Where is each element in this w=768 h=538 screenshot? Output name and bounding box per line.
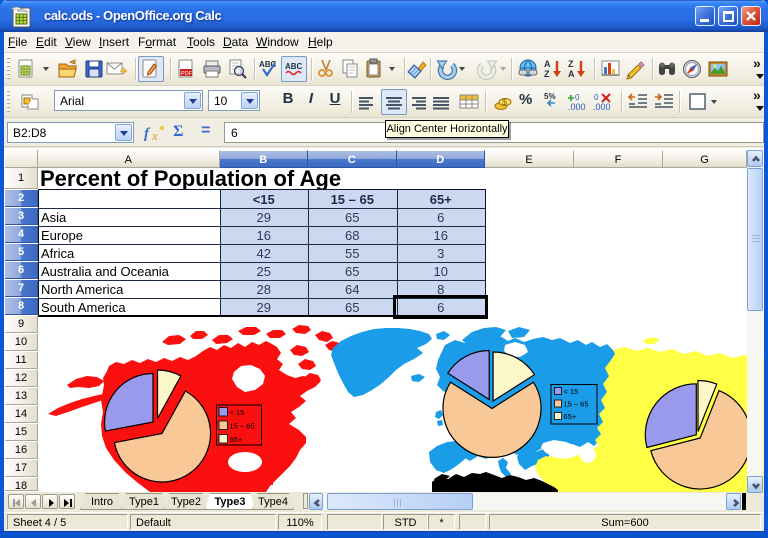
svg-text:0: 0: [575, 93, 580, 102]
svg-text:.000: .000: [568, 102, 586, 112]
svg-text:x: x: [151, 128, 158, 143]
svg-text:< 15: < 15: [564, 387, 579, 396]
svg-text:5%: 5%: [544, 92, 556, 101]
svg-text:0: 0: [594, 93, 599, 102]
svg-text:.000: .000: [593, 102, 611, 112]
svg-text:15 – 65: 15 – 65: [564, 400, 589, 409]
svg-text:Z: Z: [544, 69, 550, 79]
svg-text:PDF: PDF: [181, 71, 193, 77]
svg-text:f: f: [144, 126, 151, 142]
svg-text:Z: Z: [568, 59, 574, 69]
svg-text:65+: 65+: [564, 412, 577, 421]
svg-text:15 – 65: 15 – 65: [230, 422, 255, 431]
svg-text:ABC: ABC: [285, 62, 303, 71]
svg-text:65+: 65+: [230, 435, 243, 444]
svg-text:A: A: [544, 59, 551, 69]
svg-text:< 15: < 15: [230, 408, 245, 417]
svg-text:A: A: [568, 69, 575, 79]
svg-text:$: $: [502, 97, 507, 107]
